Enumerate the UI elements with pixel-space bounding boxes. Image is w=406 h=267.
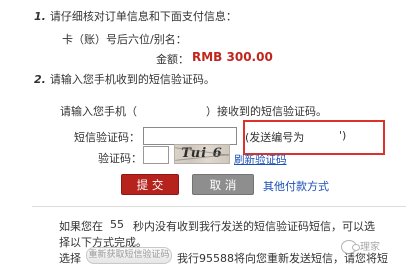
captcha-label: 验证码： (98, 152, 142, 165)
resend-sms-button[interactable]: 重新获取短信验证码 (86, 247, 172, 264)
step2-title-text: 请输入您手机收到的短信验证码。 (49, 73, 215, 86)
sms-instruction-suffix: ）接收到的短信验证码。 (206, 105, 327, 118)
notice-line1-prefix: 如果您在 (59, 220, 103, 233)
wechat-icon (341, 240, 360, 254)
card-label: 卡（账）号后六位/别名： (62, 33, 187, 46)
highlight-box (243, 120, 385, 155)
sms-code-input[interactable] (143, 127, 237, 145)
amount-value: RMB 300.00 (192, 50, 273, 64)
notice-select-label: 选择 (59, 252, 81, 265)
divider (32, 206, 406, 207)
sms-instruction-prefix: 请输入您手机（ (60, 105, 137, 118)
captcha-image: Tui 6 (174, 144, 230, 164)
step1-number: 1. (34, 10, 46, 23)
step1-title-text: 请仔细核对订单信息和下面支付信息： (49, 10, 237, 23)
cancel-button[interactable]: 取 消 (192, 174, 254, 195)
submit-button[interactable]: 提 交 (121, 174, 179, 195)
notice-countdown: 55 (110, 218, 124, 231)
sms-code-label: 短信验证码： (74, 131, 140, 144)
step1-title: 1. 请仔细核对订单信息和下面支付信息： (34, 8, 237, 24)
amount-label: 金额： (156, 53, 189, 66)
watermark: 理家 (341, 238, 403, 258)
step2-title: 2. 请输入您手机收到的短信验证码。 (34, 71, 215, 87)
step2-number: 2. (34, 73, 46, 86)
notice-line1-suffix: 秒内没有收到我行发送的短信验证码短信，可以选 (133, 220, 375, 233)
watermark-text: 理家 (360, 242, 380, 253)
captcha-input[interactable] (143, 146, 169, 164)
refresh-captcha-link[interactable]: 刷新验证码 (234, 152, 287, 167)
other-payment-link[interactable]: 其他付款方式 (263, 178, 329, 194)
